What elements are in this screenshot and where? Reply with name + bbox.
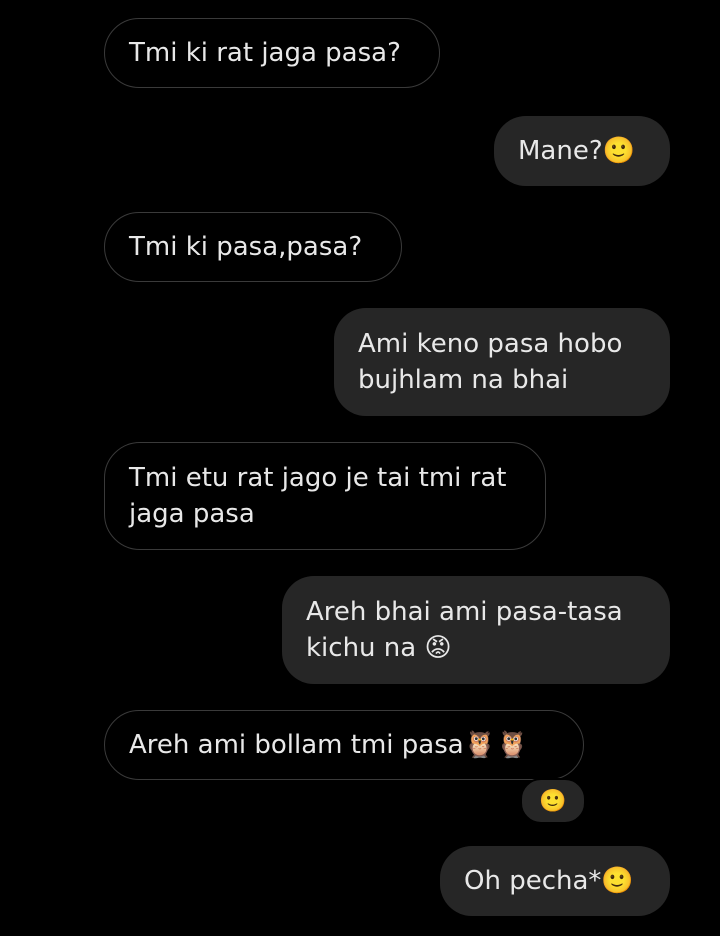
message-bubble-incoming[interactable]: Tmi ki rat jaga pasa?	[104, 18, 440, 88]
message-bubble-incoming[interactable]: Tmi ki pasa,pasa?	[104, 212, 402, 282]
message-bubble-outgoing[interactable]: Oh pecha*🙂	[440, 846, 670, 916]
message-reaction-emoji[interactable]: 🙂	[520, 778, 586, 824]
message-bubble-incoming[interactable]: Tmi etu rat jago je tai tmi rat jaga pas…	[104, 442, 546, 550]
message-bubble-outgoing[interactable]: Ami keno pasa hobo bujhlam na bhai	[334, 308, 670, 416]
message-bubble-outgoing[interactable]: Areh bhai ami pasa-tasa kichu na 😡	[282, 576, 670, 684]
message-bubble-incoming[interactable]: Areh ami bollam tmi pasa🦉🦉	[104, 710, 584, 780]
message-bubble-outgoing[interactable]: Mane?🙂	[494, 116, 670, 186]
